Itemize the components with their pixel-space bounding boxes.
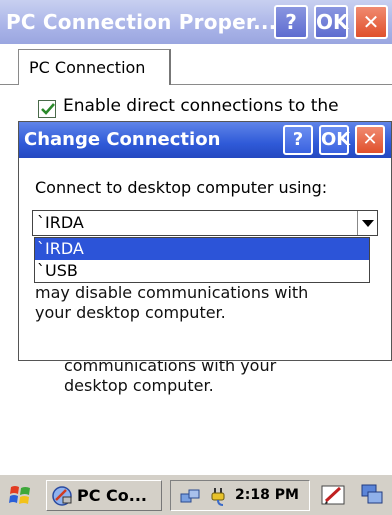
close-button[interactable]: ✕ — [354, 5, 388, 39]
start-flag-icon[interactable] — [8, 483, 34, 507]
window-title: PC Connection Proper... — [6, 10, 277, 34]
ok-button[interactable]: OK — [314, 5, 349, 39]
connection-dropdown-list: `IRDA `USB — [34, 237, 370, 283]
dropdown-option-usb[interactable]: `USB — [35, 260, 369, 282]
dialog-description-line-2: your desktop computer. — [35, 303, 226, 322]
enable-direct-connections-label: Enable direct connections to the — [63, 96, 339, 116]
dropdown-option-irda[interactable]: `IRDA — [35, 238, 369, 260]
enable-direct-connections-checkbox[interactable] — [38, 100, 56, 118]
dialog-title: Change Connection — [24, 129, 221, 150]
dialog-close-button[interactable]: ✕ — [355, 125, 385, 155]
chevron-down-icon — [362, 220, 374, 227]
taskbar: PC Co... 2:18 PM — [0, 474, 392, 515]
background-line-2: desktop computer. — [64, 376, 214, 395]
connection-select-value: `IRDA — [37, 213, 84, 232]
tab-gap — [19, 84, 169, 86]
pc-connection-icon — [51, 485, 73, 507]
dialog-description: may disable communications with your des… — [35, 283, 308, 323]
taskbar-pc-connection-button[interactable]: PC Co... — [46, 480, 162, 511]
taskbar-task-label: PC Co... — [77, 486, 148, 505]
power-plug-icon[interactable] — [207, 485, 229, 507]
input-panel-pen-icon[interactable] — [320, 483, 346, 507]
background-description: communications with your desktop compute… — [64, 356, 276, 396]
help-button[interactable]: ? — [274, 5, 308, 39]
desktop-switch-icon[interactable] — [360, 483, 386, 507]
clock[interactable]: 2:18 PM — [235, 481, 299, 510]
window-titlebar: PC Connection Proper... ? OK ✕ — [0, 0, 392, 44]
system-tray: 2:18 PM — [170, 480, 310, 511]
connection-select[interactable]: `IRDA — [32, 210, 378, 236]
dialog-ok-button[interactable]: OK — [319, 125, 350, 155]
dropdown-arrow-button[interactable] — [357, 211, 377, 235]
dialog-titlebar: Change Connection ? OK ✕ — [19, 122, 391, 158]
dialog-description-line-1: may disable communications with — [35, 283, 309, 302]
connect-using-label: Connect to desktop computer using: — [35, 178, 328, 197]
tab-pc-connection[interactable]: PC Connection — [18, 49, 171, 85]
network-icon[interactable] — [179, 486, 201, 506]
checkmark-icon — [41, 103, 55, 115]
dialog-help-button[interactable]: ? — [283, 125, 313, 155]
